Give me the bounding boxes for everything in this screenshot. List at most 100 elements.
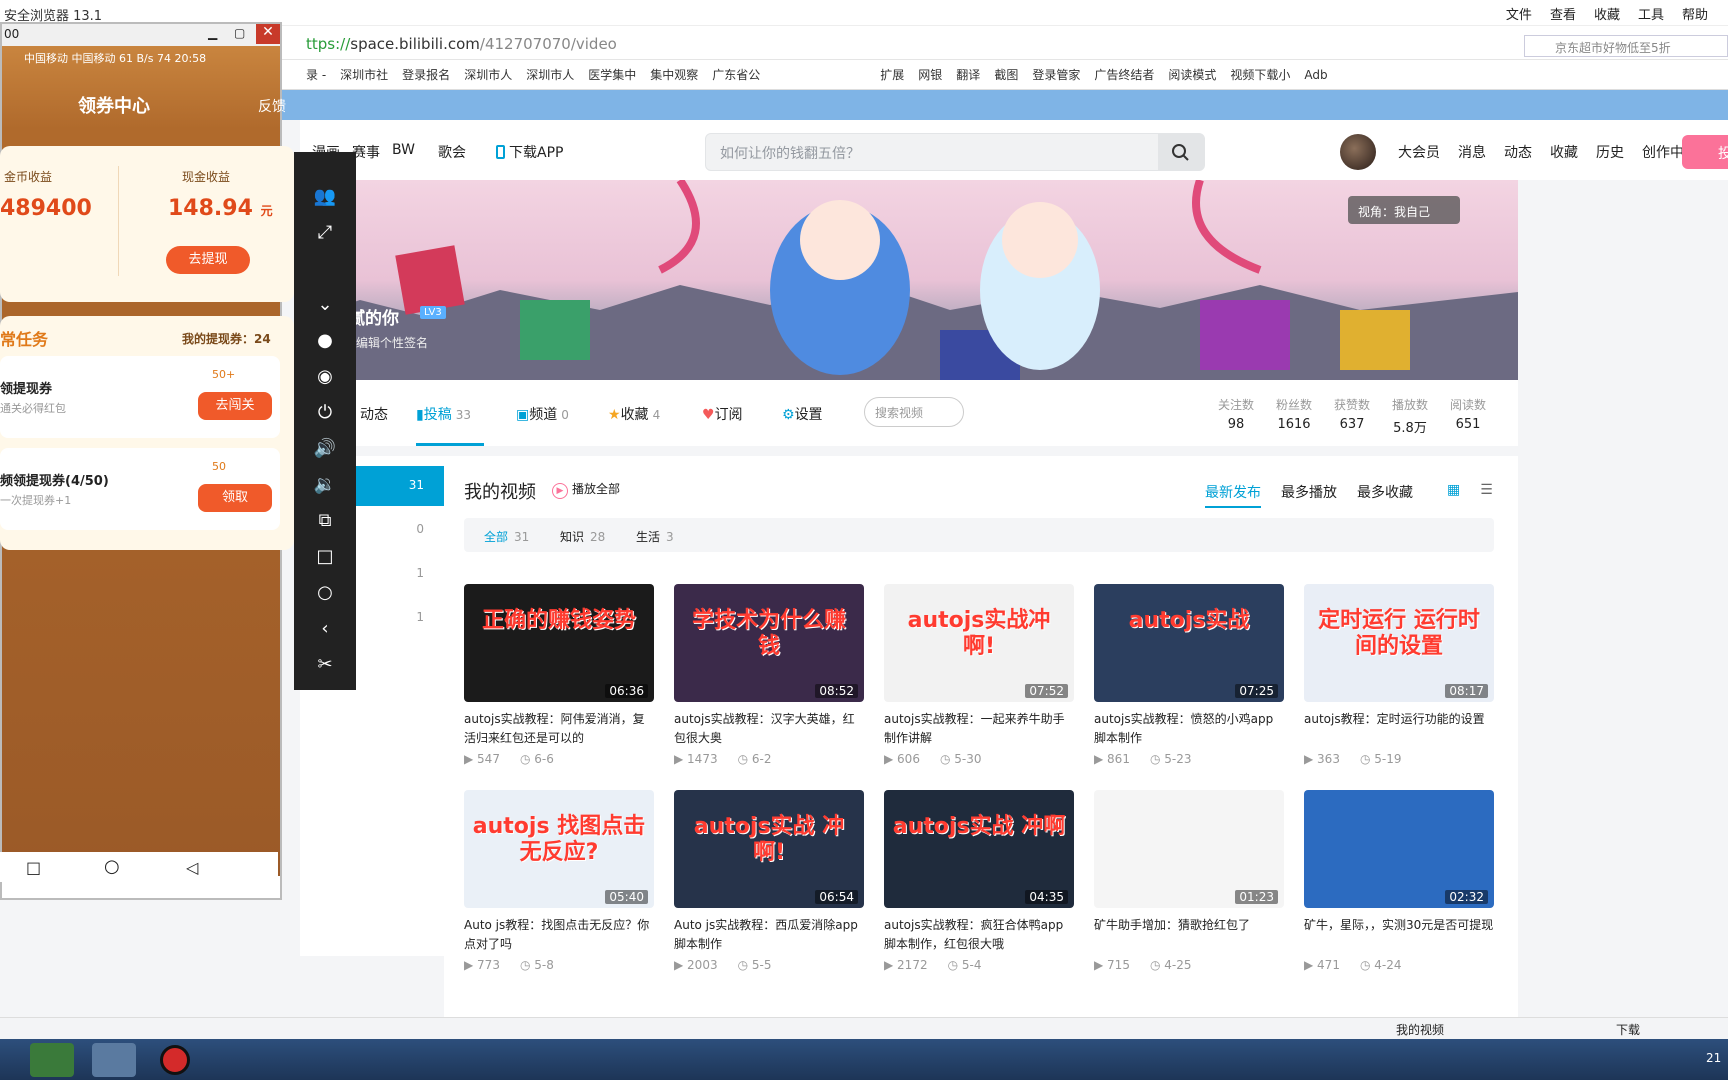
nav-events[interactable]: 赛事 (352, 142, 380, 162)
back-icon[interactable]: ◁ (186, 858, 198, 877)
menu-view[interactable]: 查看 (1550, 4, 1576, 23)
stat-following[interactable]: 关注数 98 (1206, 396, 1266, 432)
grid-view-icon[interactable]: ▦ (1447, 482, 1460, 508)
video-card[interactable]: autojs实战冲啊! 07:52 autojs实战教程：一起来养牛助手制作讲解 ▶ … (884, 584, 1074, 774)
challenge-button[interactable]: 去闯关 (198, 392, 272, 420)
filter-all[interactable]: 全部 31 (484, 528, 529, 545)
browser-search-input[interactable]: 京东超市好物低至5折 (1524, 35, 1728, 57)
filter-life[interactable]: 生活 3 (636, 528, 674, 545)
link-history[interactable]: 历史 (1596, 142, 1624, 162)
back-icon[interactable]: ‹ (308, 614, 342, 642)
menu-file[interactable]: 文件 (1506, 4, 1532, 23)
signature[interactable]: 编辑个性签名 (356, 334, 428, 351)
upload-button[interactable]: 投 (1682, 135, 1728, 169)
app-icon[interactable] (92, 1043, 136, 1077)
video-thumbnail[interactable]: autojs实战 冲啊 04:35 (884, 790, 1074, 908)
fav-login-manager[interactable]: 登录管家 (1032, 66, 1080, 83)
video-title[interactable]: autojs实战教程：愤怒的小鸡app脚本制作 (1094, 710, 1284, 748)
link-vip[interactable]: 大会员 (1398, 142, 1440, 162)
fav-bank[interactable]: 网银 (918, 66, 942, 83)
video-card[interactable]: 定时运行 运行时间的设置 08:17 autojs教程：定时运行功能的设置 ▶ 363… (1304, 584, 1494, 774)
video-thumbnail[interactable]: 02:32 (1304, 790, 1494, 908)
withdraw-button[interactable]: 去提现 (166, 246, 250, 274)
video-title[interactable]: autojs实战教程：疯狂合体鸭app脚本制作，红包很大哦 (884, 916, 1074, 954)
link-favorites[interactable]: 收藏 (1550, 142, 1578, 162)
play-all-button[interactable]: ▶ 播放全部 (552, 480, 620, 499)
square-icon[interactable]: □ (26, 858, 41, 877)
list-view-icon[interactable]: ☰ (1480, 482, 1493, 508)
video-card[interactable]: autojs实战 07:25 autojs实战教程：愤怒的小鸡app脚本制作 ▶ 86… (1094, 584, 1284, 774)
video-title[interactable]: 矿牛，星际，，实测30元是否可提现 (1304, 916, 1494, 954)
volume-down-icon[interactable]: 🔉 (308, 470, 342, 498)
video-search-input[interactable]: 搜索视频 (864, 397, 964, 427)
link-dynamic[interactable]: 动态 (1504, 142, 1532, 162)
sort-most-played[interactable]: 最多播放 (1281, 482, 1337, 508)
sort-latest[interactable]: 最新发布 (1205, 482, 1261, 508)
fav-item[interactable]: 录 - (306, 66, 326, 83)
link-messages[interactable]: 消息 (1458, 142, 1486, 162)
view-as-button[interactable]: 视角：我自己 (1348, 196, 1460, 224)
video-thumbnail[interactable]: autojs实战 冲啊! 06:54 (674, 790, 864, 908)
fav-screenshot[interactable]: 截图 (994, 66, 1018, 83)
menu-tools[interactable]: 工具 (1638, 4, 1664, 23)
tab-subscriptions[interactable]: ♥订阅 (702, 404, 743, 424)
site-search-input[interactable]: 如何让你的钱翻五倍？ (705, 133, 1205, 171)
fav-item[interactable]: 深圳市社 (340, 66, 388, 83)
video-title[interactable]: Auto js教程：找图点击无反应？你点对了吗 (464, 916, 654, 954)
video-thumbnail[interactable]: autojs实战冲啊! 07:52 (884, 584, 1074, 702)
tab-favorites[interactable]: ★收藏 4 (608, 404, 660, 424)
tab-settings[interactable]: ⚙设置 (782, 404, 823, 424)
menu-favorites[interactable]: 收藏 (1594, 4, 1620, 23)
nav-download-app[interactable]: 下载APP (496, 142, 563, 162)
nav-concert[interactable]: 歌会 (438, 142, 466, 162)
fav-video-download[interactable]: 视频下载小 (1230, 66, 1290, 83)
power-icon[interactable]: ⏻ (308, 398, 342, 426)
phone-feedback-link[interactable]: 反馈 (258, 96, 286, 116)
tab-channels[interactable]: ▣频道 0 (516, 404, 569, 424)
fav-adblock[interactable]: 广告终结者 (1094, 66, 1154, 83)
status-my-videos[interactable]: 我的视频 (1396, 1021, 1444, 1038)
sort-most-favorited[interactable]: 最多收藏 (1357, 482, 1413, 508)
video-thumbnail[interactable]: autojs 找图点击无反应? 05:40 (464, 790, 654, 908)
url-text[interactable]: ttps://space.bilibili.com/412707070/vide… (306, 35, 617, 53)
circle-icon[interactable]: ○ (308, 578, 342, 606)
rotate-icon[interactable]: ⧉ (308, 506, 342, 534)
fav-reader[interactable]: 阅读模式 (1168, 66, 1216, 83)
video-card[interactable]: autojs 找图点击无反应? 05:40 Auto js教程：找图点击无反应？你点… (464, 790, 654, 980)
video-card[interactable]: autojs实战 冲啊 04:35 autojs实战教程：疯狂合体鸭app脚本制作，… (884, 790, 1074, 980)
stat-fans[interactable]: 粉丝数 1616 (1264, 396, 1324, 432)
video-card[interactable]: 02:32 矿牛，星际，，实测30元是否可提现 ▶ 471 ◷ 4-24 (1304, 790, 1494, 980)
tab-dynamic[interactable]: 动态 (360, 404, 388, 424)
fav-translate[interactable]: 翻译 (956, 66, 980, 83)
video-card[interactable]: 学技术为什么赚钱 08:52 autojs实战教程：汉字大英雄，红包很大奥 ▶ 147… (674, 584, 864, 774)
video-thumbnail[interactable]: 定时运行 运行时间的设置 08:17 (1304, 584, 1494, 702)
record-app-icon[interactable] (160, 1045, 190, 1075)
minimize-icon[interactable]: ▁ (208, 26, 217, 40)
video-thumbnail[interactable]: 正确的赚钱姿势 06:36 (464, 584, 654, 702)
video-title[interactable]: Auto js实战教程：西瓜爱消除app脚本制作 (674, 916, 864, 954)
video-card[interactable]: autojs实战 冲啊! 06:54 Auto js实战教程：西瓜爱消除app脚本制… (674, 790, 864, 980)
square-icon[interactable]: □ (308, 542, 342, 570)
volume-up-icon[interactable]: 🔊 (308, 434, 342, 462)
menu-help[interactable]: 帮助 (1682, 4, 1708, 23)
fav-item[interactable]: 深圳市人 (464, 66, 512, 83)
video-card[interactable]: 正确的赚钱姿势 06:36 autojs实战教程：阿伟爱消消，复活归来红包还是可以的… (464, 584, 654, 774)
eye-off-icon[interactable]: ◉ (308, 362, 342, 390)
video-thumbnail[interactable]: 01:23 (1094, 790, 1284, 908)
video-title[interactable]: autojs实战教程：汉字大英雄，红包很大奥 (674, 710, 864, 748)
fav-extensions[interactable]: 扩展 (880, 66, 904, 83)
fullscreen-icon[interactable]: ⤢ (308, 218, 342, 246)
fav-item[interactable]: 登录报名 (402, 66, 450, 83)
video-title[interactable]: autojs实战教程：一起来养牛助手制作讲解 (884, 710, 1074, 748)
group-icon[interactable]: 👥 (308, 182, 342, 210)
chevrons-down-icon[interactable]: ⌄ (308, 290, 342, 318)
close-icon[interactable]: ✕ (256, 24, 280, 44)
maximize-icon[interactable]: ▢ (234, 26, 245, 40)
fav-item[interactable]: 深圳市人 (526, 66, 574, 83)
video-thumbnail[interactable]: 学技术为什么赚钱 08:52 (674, 584, 864, 702)
video-title[interactable]: autojs教程：定时运行功能的设置 (1304, 710, 1494, 748)
filter-knowledge[interactable]: 知识 28 (560, 528, 605, 545)
android-icon[interactable] (30, 1043, 74, 1077)
video-title[interactable]: autojs实战教程：阿伟爱消消，复活归来红包还是可以的 (464, 710, 654, 748)
fav-adb[interactable]: Adb (1304, 68, 1327, 82)
